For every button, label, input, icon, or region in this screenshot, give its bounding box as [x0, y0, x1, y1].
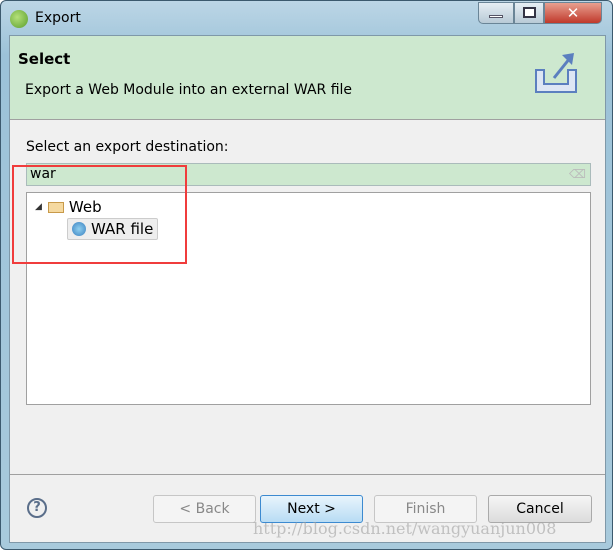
help-icon[interactable]: ?: [27, 498, 47, 518]
clear-filter-icon[interactable]: ⌫: [569, 167, 586, 181]
minimize-button[interactable]: [478, 2, 514, 24]
close-button[interactable]: ✕: [544, 2, 602, 24]
export-icon: [535, 53, 577, 93]
page-description: Export a Web Module into an external WAR…: [25, 82, 353, 98]
divider: [10, 474, 605, 475]
dialog-client: Select Export a Web Module into an exter…: [9, 35, 606, 543]
wizard-header: Select Export a Web Module into an exter…: [10, 36, 605, 120]
window-title: Export: [35, 10, 81, 26]
back-button[interactable]: < Back: [153, 495, 256, 523]
destination-label: Select an export destination:: [26, 139, 229, 155]
maximize-button[interactable]: [514, 2, 544, 24]
export-dialog: Export ✕ Select Export a Web Module into…: [0, 0, 613, 550]
watermark: http://blog.csdn.net/wangyuanjun008: [253, 519, 557, 538]
page-title: Select: [18, 50, 71, 68]
highlight-box: [12, 165, 187, 264]
spring-logo-icon: [10, 10, 28, 28]
